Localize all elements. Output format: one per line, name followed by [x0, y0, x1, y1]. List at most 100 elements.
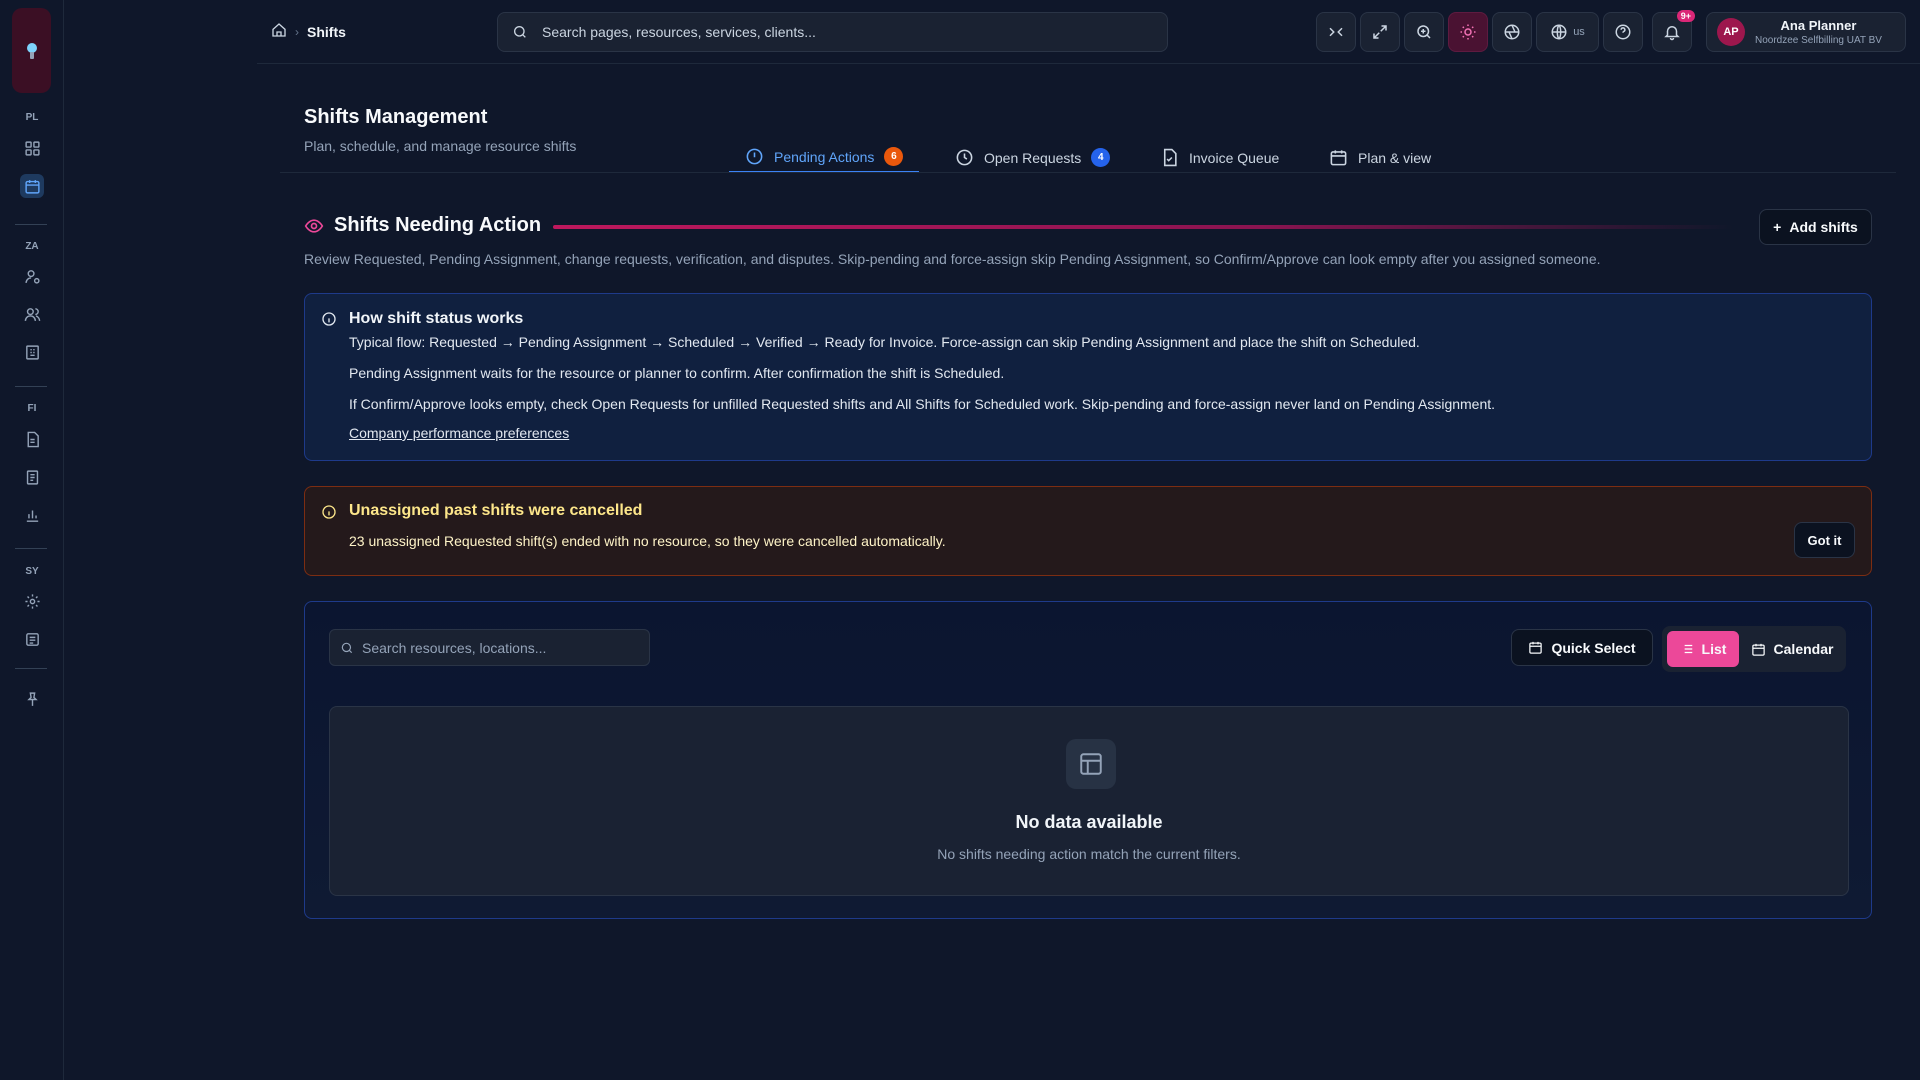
tab-pending-actions[interactable]: Pending Actions 6 [729, 142, 920, 173]
tab-label: Pending Actions [774, 148, 875, 165]
tab-count-badge: 6 [884, 147, 904, 166]
help-button[interactable] [1603, 12, 1643, 52]
alert-text: 23 unassigned Requested shift(s) ended w… [349, 533, 946, 549]
pin-icon[interactable] [20, 687, 44, 711]
search-icon [341, 642, 353, 653]
calendar-icon [1751, 643, 1765, 656]
clock-icon [956, 149, 973, 166]
empty-title: No data available [1015, 812, 1163, 832]
icon-rail: PL ZA FI SY [0, 0, 64, 1080]
breadcrumb-current: Shifts [307, 23, 346, 40]
aperture-icon [1504, 24, 1520, 40]
theme-toggle-button[interactable] [1448, 12, 1488, 52]
resource-search[interactable] [329, 629, 650, 666]
global-search-input[interactable] [542, 24, 1102, 40]
company-preferences-link[interactable]: Company performance preferences [349, 425, 569, 441]
building-icon[interactable] [20, 340, 44, 364]
info-line: If Confirm/Approve looks empty, check Op… [349, 396, 1496, 412]
tabs-divider [280, 172, 1896, 173]
tab-label: Open Requests [984, 149, 1082, 166]
tab-label: Invoice Queue [1189, 149, 1280, 166]
info-line: Typical flow: Requested → Pending Assign… [349, 334, 1420, 350]
shifts-panel: Quick Select List Calendar No data avail… [304, 601, 1872, 919]
tab-invoice-queue[interactable]: Invoice Queue [1144, 142, 1295, 173]
users-icon[interactable] [20, 302, 44, 326]
add-shifts-button[interactable]: + Add shifts [1759, 209, 1872, 245]
calendar-icon[interactable] [20, 174, 44, 198]
rail-divider [15, 668, 47, 669]
fullscreen-button[interactable] [1360, 12, 1400, 52]
list-label: List [1701, 641, 1727, 657]
user-name: Ana Planner [1780, 18, 1857, 33]
info-icon [322, 505, 336, 519]
notifications-button[interactable]: 9+ [1652, 10, 1695, 52]
document-icon[interactable] [20, 427, 44, 451]
list-view-button[interactable]: List [1667, 631, 1739, 667]
info-title: How shift status works [349, 310, 524, 327]
empty-state: No data available No shifts needing acti… [329, 706, 1849, 896]
alert-circle-icon [746, 148, 763, 165]
search-icon [514, 26, 526, 38]
help-icon [1615, 24, 1631, 40]
user-menu[interactable]: AP Ana Planner Noordzee Selfbilling UAT … [1706, 12, 1906, 52]
collapse-sidebar-button[interactable] [1316, 12, 1356, 52]
quick-select-button[interactable]: Quick Select [1511, 629, 1653, 666]
avatar: AP [1717, 18, 1745, 46]
settings-icon[interactable] [20, 589, 44, 613]
section-accent-bar [553, 225, 1733, 229]
alert-title: Unassigned past shifts were cancelled [349, 502, 643, 519]
page-subtitle: Plan, schedule, and manage resource shif… [304, 138, 577, 154]
resource-search-input[interactable] [362, 639, 642, 656]
user-info: Ana Planner Noordzee Selfbilling UAT BV [1755, 18, 1882, 46]
chart-icon[interactable] [20, 503, 44, 527]
aperture-button[interactable] [1492, 12, 1532, 52]
add-shifts-label: Add shifts [1789, 219, 1858, 235]
logs-icon[interactable] [20, 627, 44, 651]
expand-icon [1373, 25, 1387, 39]
rail-divider [15, 548, 47, 549]
sun-icon [1460, 24, 1476, 40]
rail-divider [15, 224, 47, 225]
tab-plan-view[interactable]: Plan & view [1313, 142, 1447, 173]
empty-subtitle: No shifts needing action match the curre… [937, 846, 1241, 862]
tab-open-requests[interactable]: Open Requests 4 [939, 142, 1126, 173]
list-icon [1681, 644, 1692, 654]
file-check-icon [1163, 148, 1177, 167]
language-button[interactable]: us [1536, 12, 1599, 52]
calendar-view-button[interactable]: Calendar [1742, 631, 1842, 667]
notifications-badge: 9+ [1676, 10, 1695, 22]
rail-section-fi: FI [27, 403, 37, 414]
zoom-button[interactable] [1404, 12, 1444, 52]
section-description: Review Requested, Pending Assignment, ch… [304, 251, 1601, 267]
quick-select-label: Quick Select [1551, 639, 1636, 656]
rail-section-sy: SY [25, 566, 39, 577]
app-logo[interactable] [12, 8, 51, 93]
dashboard-icon[interactable] [20, 136, 44, 160]
globe-icon [1551, 24, 1567, 40]
receipt-icon[interactable] [20, 465, 44, 489]
breadcrumb: › Shifts [271, 22, 346, 41]
language-code: us [1573, 26, 1585, 38]
tab-count-badge: 4 [1091, 148, 1111, 167]
rail-section-za: ZA [25, 241, 39, 252]
section-title: Shifts Needing Action [334, 214, 542, 236]
tab-label: Plan & view [1358, 149, 1432, 166]
got-it-button[interactable]: Got it [1794, 522, 1855, 558]
user-settings-icon[interactable] [20, 264, 44, 288]
section-header: Shifts Needing Action [304, 214, 541, 237]
plus-icon: + [1773, 219, 1782, 235]
calendar-label: Calendar [1773, 641, 1834, 657]
home-icon[interactable] [271, 22, 287, 41]
rail-divider [15, 386, 47, 387]
cancelled-shifts-alert: Unassigned past shifts were cancelled 23… [304, 486, 1872, 576]
logo-icon [26, 42, 37, 59]
global-search[interactable] [497, 12, 1168, 52]
shift-status-info: How shift status works Typical flow: Req… [304, 293, 1872, 461]
user-org: Noordzee Selfbilling UAT BV [1755, 35, 1882, 46]
bell-icon [1664, 26, 1680, 41]
collapse-icon [1329, 27, 1343, 37]
page-title: Shifts Management [304, 106, 488, 128]
info-icon [322, 312, 336, 326]
zoom-in-icon [1417, 25, 1431, 39]
rail-section-pl: PL [25, 112, 39, 123]
